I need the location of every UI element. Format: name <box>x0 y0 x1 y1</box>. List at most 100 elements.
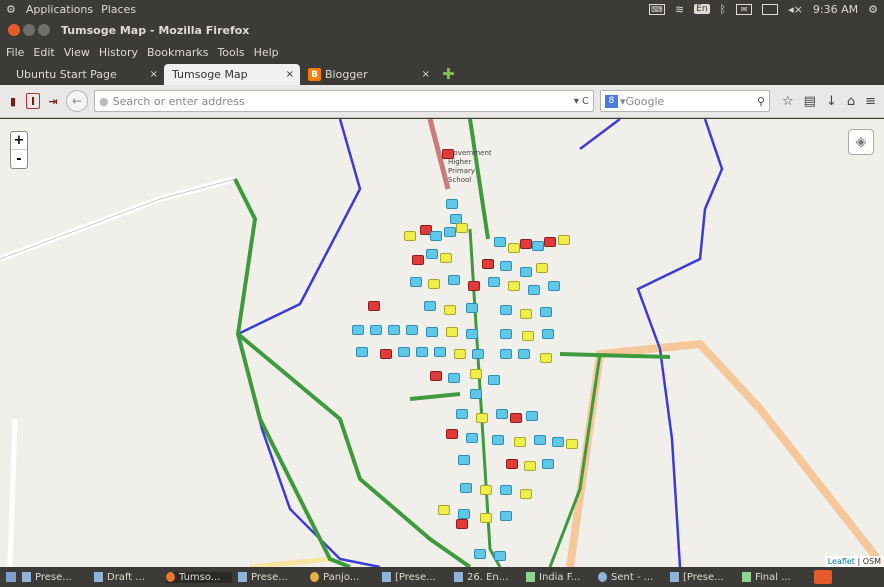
search-icon[interactable]: ⚲ <box>757 95 765 108</box>
map-marker[interactable] <box>430 231 442 241</box>
map-marker[interactable] <box>510 413 522 423</box>
map-marker[interactable] <box>494 551 506 561</box>
map-marker[interactable] <box>508 281 520 291</box>
bookmark-addon-icon[interactable]: ▮ <box>6 93 20 109</box>
address-bar[interactable]: ● Search or enter address ▾ C <box>94 90 594 112</box>
home-icon[interactable]: ⌂ <box>847 94 855 109</box>
taskbar-item[interactable]: India F... <box>526 572 592 583</box>
map-marker[interactable] <box>458 509 470 519</box>
taskbar-item[interactable]: Draft ... <box>94 572 160 583</box>
keyboard-icon[interactable]: ⌨ <box>648 3 665 15</box>
zoom-in-button[interactable]: + <box>11 132 27 150</box>
bluetooth-icon[interactable]: ᛒ <box>720 3 727 16</box>
map-marker[interactable] <box>514 437 526 447</box>
map-marker[interactable] <box>444 305 456 315</box>
downloads-icon[interactable]: ↓ <box>826 94 837 109</box>
ubuntu-logo-icon[interactable]: ⚙ <box>6 3 16 16</box>
battery-icon[interactable] <box>762 3 779 15</box>
map-marker[interactable] <box>520 267 532 277</box>
mail-icon[interactable]: ✉ <box>736 3 753 15</box>
map-marker[interactable] <box>542 459 554 469</box>
taskbar-item[interactable]: Prese... <box>22 572 88 583</box>
map-marker[interactable] <box>446 327 458 337</box>
map-marker[interactable] <box>458 455 470 465</box>
taskbar-item[interactable]: 26. En... <box>454 572 520 583</box>
map-marker[interactable] <box>522 331 534 341</box>
menu-help[interactable]: Help <box>254 46 279 59</box>
menu-bookmarks[interactable]: Bookmarks <box>147 46 208 59</box>
map-marker[interactable] <box>552 437 564 447</box>
menu-file[interactable]: File <box>6 46 24 59</box>
trash-icon[interactable] <box>814 570 832 584</box>
volume-icon[interactable]: ◂× <box>788 3 803 16</box>
map-marker[interactable] <box>470 369 482 379</box>
map-marker[interactable] <box>508 243 520 253</box>
map-marker[interactable] <box>398 347 410 357</box>
map-marker[interactable] <box>500 261 512 271</box>
close-window-button[interactable] <box>8 24 20 36</box>
map-marker[interactable] <box>454 349 466 359</box>
map-marker[interactable] <box>536 263 548 273</box>
taskbar-item[interactable]: [Prese... <box>382 572 448 583</box>
map-marker[interactable] <box>424 301 436 311</box>
menu-history[interactable]: History <box>99 46 138 59</box>
taskbar-item[interactable]: [Prese... <box>670 572 736 583</box>
close-tab-icon[interactable]: × <box>422 69 430 80</box>
menu-view[interactable]: View <box>64 46 90 59</box>
back-button[interactable]: ← <box>66 90 88 112</box>
settings-gear-icon[interactable]: ⚙ <box>868 3 878 16</box>
map-marker[interactable] <box>500 511 512 521</box>
map-marker[interactable] <box>540 307 552 317</box>
map-marker[interactable] <box>406 325 418 335</box>
map-marker[interactable] <box>466 303 478 313</box>
map-marker[interactable] <box>476 413 488 423</box>
google-icon[interactable]: 8 <box>605 94 618 108</box>
map-marker[interactable] <box>528 285 540 295</box>
readability-icon[interactable]: I <box>26 93 40 109</box>
bookmark-star-icon[interactable]: ☆ <box>782 94 794 109</box>
search-input[interactable]: Google <box>626 95 665 108</box>
leaflet-link[interactable]: Leaflet <box>828 557 855 566</box>
map-marker[interactable] <box>480 513 492 523</box>
new-tab-icon[interactable]: ✚ <box>442 65 455 83</box>
map-marker[interactable] <box>448 373 460 383</box>
map-marker[interactable] <box>494 237 506 247</box>
wifi-icon[interactable]: ≋ <box>675 3 684 16</box>
taskbar-item[interactable]: Tumso... <box>166 571 232 583</box>
map-marker[interactable] <box>488 277 500 287</box>
exit-icon[interactable]: ⇥ <box>46 93 60 109</box>
menu-edit[interactable]: Edit <box>33 46 54 59</box>
map-marker[interactable] <box>468 281 480 291</box>
map-marker[interactable] <box>506 459 518 469</box>
tab-blogger[interactable]: B Blogger × <box>300 64 436 85</box>
tab-tumsoge-map[interactable]: Tumsoge Map × <box>164 64 300 85</box>
map-marker[interactable] <box>416 347 428 357</box>
map-marker[interactable] <box>518 349 530 359</box>
map-marker[interactable] <box>500 349 512 359</box>
map-marker[interactable] <box>444 227 456 237</box>
map-marker[interactable] <box>520 239 532 249</box>
map-marker[interactable] <box>446 199 458 209</box>
map-marker[interactable] <box>520 489 532 499</box>
taskbar-item[interactable]: Final ... <box>742 572 808 583</box>
taskbar-item[interactable]: Panjo... <box>310 572 376 583</box>
zoom-out-button[interactable]: - <box>11 150 27 168</box>
map-marker[interactable] <box>356 347 368 357</box>
menu-hamburger-icon[interactable]: ≡ <box>865 94 876 109</box>
map-marker[interactable] <box>470 389 482 399</box>
close-tab-icon[interactable]: × <box>286 69 294 80</box>
map-marker[interactable] <box>428 279 440 289</box>
layers-control-icon[interactable]: ◈ <box>848 129 874 155</box>
menu-tools[interactable]: Tools <box>217 46 244 59</box>
map-marker[interactable] <box>532 241 544 251</box>
show-desktop-icon[interactable] <box>6 572 16 582</box>
map-marker[interactable] <box>466 433 478 443</box>
map-marker[interactable] <box>558 235 570 245</box>
map-marker[interactable] <box>534 435 546 445</box>
maximize-window-button[interactable] <box>38 24 50 36</box>
tab-ubuntu-start-page[interactable]: Ubuntu Start Page × <box>8 64 164 85</box>
map-marker[interactable] <box>440 253 452 263</box>
map-marker[interactable] <box>460 483 472 493</box>
map-marker[interactable] <box>526 411 538 421</box>
taskbar-item[interactable]: Sent - ... <box>598 572 664 583</box>
